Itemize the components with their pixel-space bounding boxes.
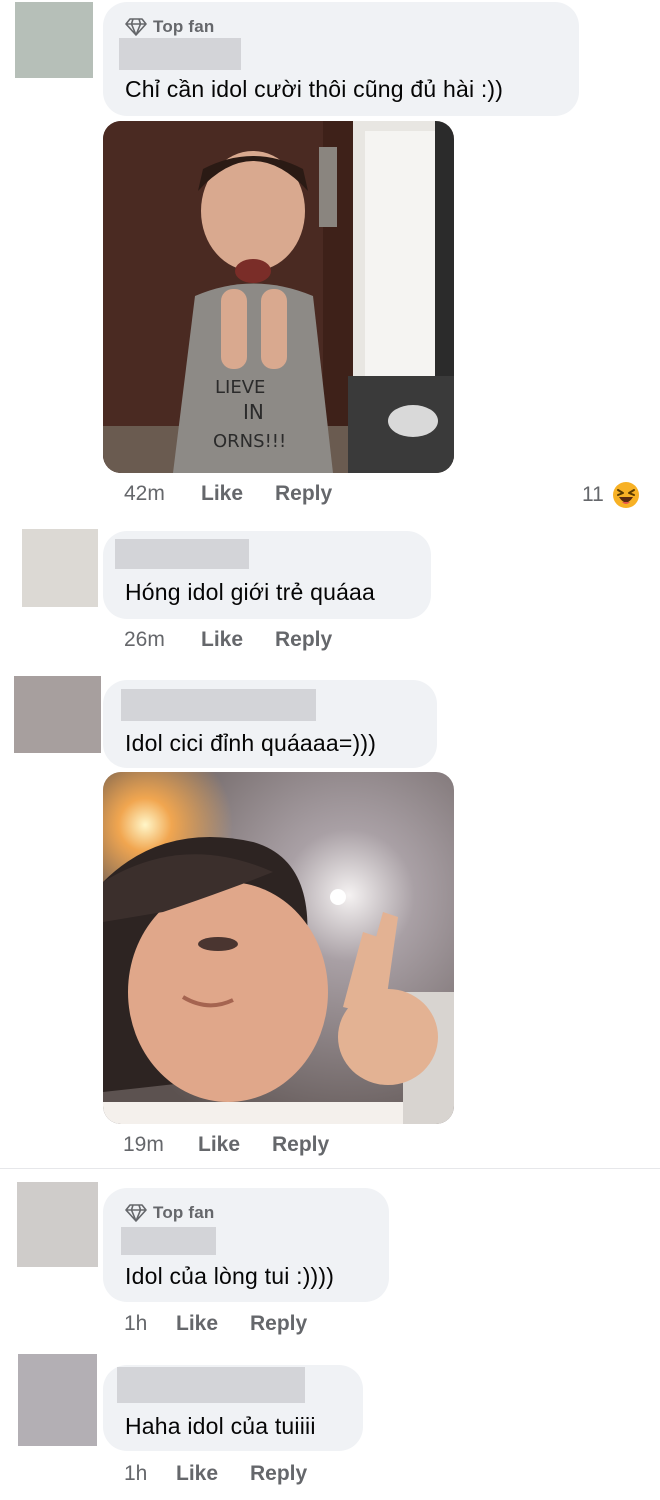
diamond-icon: [125, 1204, 147, 1222]
like-button[interactable]: Like: [201, 482, 275, 506]
author-name[interactable]: [117, 1367, 305, 1403]
like-button[interactable]: Like: [176, 1462, 250, 1486]
svg-text:LIEVE: LIEVE: [215, 377, 265, 398]
author-name[interactable]: [121, 1227, 216, 1255]
child-photo-image: LIEVE IN ORNS!!!: [103, 121, 454, 473]
comment-text: Haha idol của tuiiii: [125, 1413, 316, 1439]
avatar[interactable]: [22, 529, 98, 607]
reply-button[interactable]: Reply: [275, 482, 332, 506]
selfie-photo-image: [103, 772, 454, 1124]
author-name[interactable]: [121, 689, 316, 721]
comment-actions: 19m Like Reply: [123, 1133, 329, 1157]
reply-button[interactable]: Reply: [272, 1133, 329, 1157]
reaction-summary[interactable]: 11: [582, 481, 640, 509]
comment-photo[interactable]: [103, 772, 454, 1124]
comment-text: Chỉ cần idol cười thôi cũng đủ hài :)): [125, 76, 504, 102]
comment-text: Idol của lòng tui :)))): [125, 1263, 335, 1289]
comment-time: 26m: [124, 628, 165, 651]
svg-text:ORNS!!!: ORNS!!!: [213, 431, 286, 452]
comment-photo[interactable]: LIEVE IN ORNS!!!: [103, 121, 454, 473]
top-fan-badge: Top fan: [125, 17, 215, 37]
avatar[interactable]: [15, 2, 93, 78]
author-name[interactable]: [119, 38, 241, 70]
comment-bubble: Top fan Chỉ cần idol cười thôi cũng đủ h…: [103, 2, 579, 116]
author-name[interactable]: [115, 539, 249, 569]
comment-bubble: Top fan Idol của lòng tui :)))): [103, 1188, 389, 1302]
comment-time: 42m: [124, 482, 165, 505]
badge-label: Top fan: [153, 17, 215, 36]
diamond-icon: [125, 18, 147, 36]
comment-text: Idol cici đỉnh quáaaa=))): [125, 730, 377, 756]
comment-time: 1h: [124, 1462, 148, 1485]
reply-button[interactable]: Reply: [250, 1312, 307, 1336]
comment-actions: 42m Like Reply: [124, 482, 332, 506]
comment-bubble: Hóng idol giới trẻ quáaa: [103, 531, 431, 619]
reply-button[interactable]: Reply: [250, 1462, 307, 1486]
comment-time: 19m: [123, 1133, 164, 1156]
reply-button[interactable]: Reply: [275, 628, 332, 652]
comment-actions: 1h Like Reply: [124, 1312, 307, 1336]
comment-actions: 26m Like Reply: [124, 628, 332, 652]
avatar[interactable]: [18, 1354, 97, 1446]
comment-time: 1h: [124, 1312, 148, 1335]
like-button[interactable]: Like: [198, 1133, 272, 1157]
avatar[interactable]: [14, 676, 101, 753]
badge-label: Top fan: [153, 1203, 215, 1222]
reaction-count: 11: [582, 483, 604, 506]
laughing-emoji-icon: [612, 482, 639, 508]
comment-bubble: Haha idol của tuiiii: [103, 1365, 363, 1451]
like-button[interactable]: Like: [201, 628, 275, 652]
divider: [0, 1168, 660, 1169]
comment-actions: 1h Like Reply: [124, 1462, 307, 1486]
avatar[interactable]: [17, 1182, 98, 1267]
comment-text: Hóng idol giới trẻ quáaa: [125, 579, 376, 605]
svg-text:IN: IN: [243, 400, 264, 424]
like-button[interactable]: Like: [176, 1312, 250, 1336]
top-fan-badge: Top fan: [125, 1203, 215, 1223]
comment-bubble: Idol cici đỉnh quáaaa=))): [103, 680, 437, 768]
